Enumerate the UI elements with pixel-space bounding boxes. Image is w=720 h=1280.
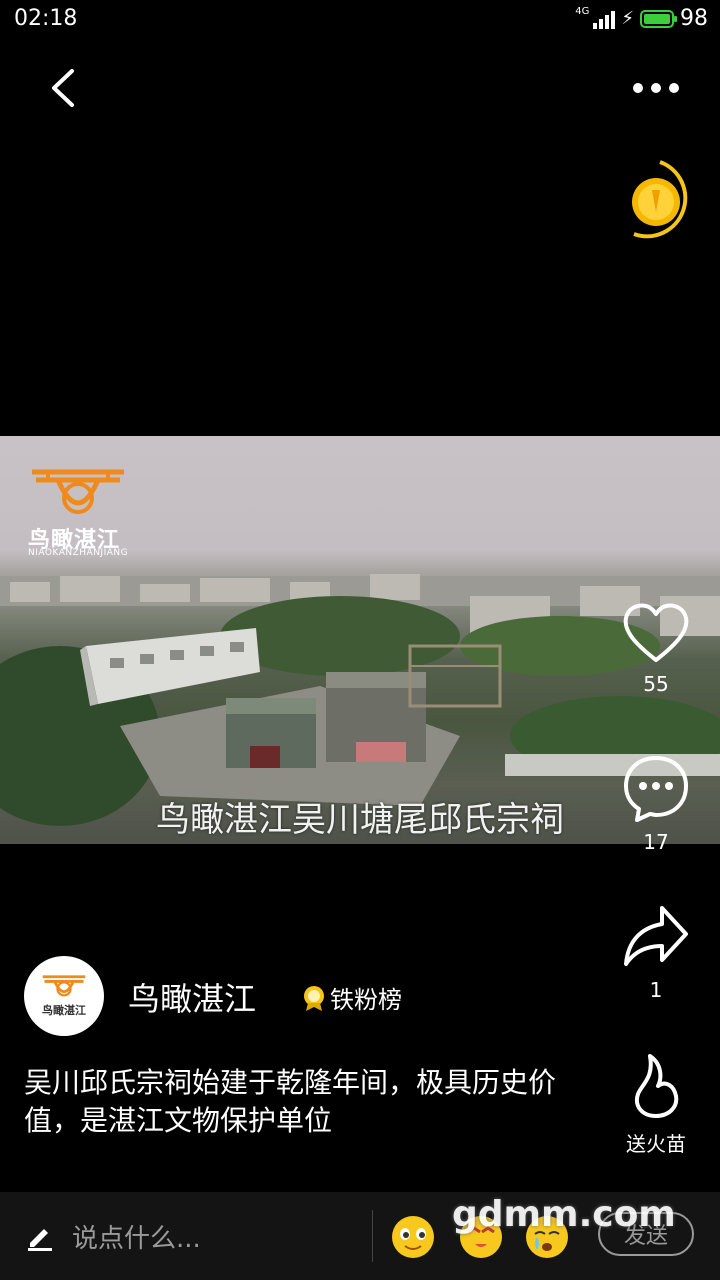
comment-count: 17 xyxy=(643,830,669,854)
battery-level: 98 xyxy=(680,6,708,31)
drone-logo-icon xyxy=(42,975,86,997)
status-indicators: 4G ⚡ 98 xyxy=(575,6,708,31)
heart-icon xyxy=(623,603,689,662)
post-description: 吴川邱氏宗祠始建于乾隆年间，极具历史价值，是湛江文物保护单位 xyxy=(24,1066,557,1137)
flame-icon xyxy=(635,1054,679,1118)
status-time: 02:18 xyxy=(14,6,78,31)
pencil-icon xyxy=(28,1228,52,1251)
watermark-pinyin: NIAOKANZHANJIANG xyxy=(28,548,129,558)
drone-logo-icon xyxy=(32,469,124,514)
charging-icon: ⚡ xyxy=(621,8,634,29)
author-avatar[interactable]: 鸟瞰湛江 xyxy=(24,956,104,1036)
avatar-text: 鸟瞰湛江 xyxy=(42,1004,86,1017)
comment-placeholder: 说点什么... xyxy=(72,1224,201,1254)
send-fire-label: 送火苗 xyxy=(626,1132,686,1156)
like-button[interactable]: 55 xyxy=(616,600,696,696)
battery-icon xyxy=(640,9,677,28)
comment-button[interactable]: 17 xyxy=(616,752,696,854)
video-player[interactable]: 鸟瞰湛江 NIAOKANZHANJIANG 鸟瞰湛江吴川塘尾邱氏宗祠 xyxy=(0,436,720,844)
video-caption: 鸟瞰湛江吴川塘尾邱氏宗祠 xyxy=(156,800,564,840)
signal-icon xyxy=(593,9,616,29)
author-name[interactable]: 鸟瞰湛江 xyxy=(128,974,256,1020)
share-arrow-icon xyxy=(624,906,688,966)
comment-bubble-icon xyxy=(624,756,688,822)
medal-icon xyxy=(304,985,324,1011)
back-arrow-icon[interactable] xyxy=(48,68,78,108)
gold-coin-icon[interactable] xyxy=(622,156,700,244)
more-dots-icon[interactable] xyxy=(630,80,682,96)
site-watermark: gdmm.com xyxy=(452,1194,676,1235)
comment-input[interactable]: 说点什么... xyxy=(26,1218,201,1255)
share-count: 1 xyxy=(649,978,663,1002)
share-button[interactable]: 1 xyxy=(616,900,696,1002)
divider xyxy=(372,1210,373,1262)
like-count: 55 xyxy=(643,672,669,696)
fan-ranking-badge[interactable]: 铁粉榜 xyxy=(302,980,402,1015)
smile-emoji-icon[interactable] xyxy=(390,1214,436,1260)
send-fire-button[interactable]: 送火苗 xyxy=(616,1050,696,1157)
network-type: 4G xyxy=(575,6,590,17)
fan-ranking-label: 铁粉榜 xyxy=(330,986,402,1014)
